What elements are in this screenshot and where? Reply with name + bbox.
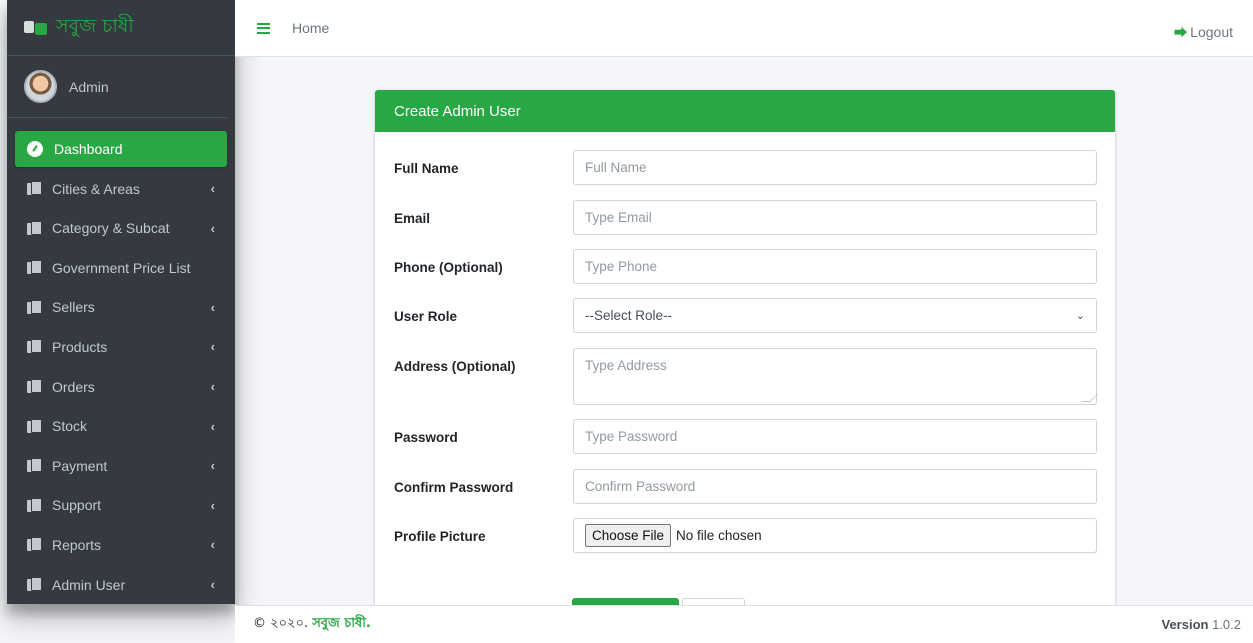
full-name-row: Full Name Full Name	[394, 150, 1097, 185]
copy-icon	[27, 299, 42, 315]
email-label: Email	[394, 211, 431, 226]
sidebar-item-reports[interactable]: Reports ‹	[15, 527, 227, 563]
version-label: Version	[1161, 617, 1209, 632]
chevron-left-icon: ‹	[210, 537, 215, 553]
chevron-left-icon: ‹	[210, 497, 215, 513]
card-title: Create Admin User	[375, 90, 1115, 132]
sidebar-item-label: Payment	[52, 457, 108, 474]
brand-logo-icon	[24, 19, 48, 37]
role-row: User Role --Select Role-- ⌄	[394, 298, 1097, 333]
sidebar-item-label: Products	[52, 338, 108, 355]
sidebar-item-support[interactable]: Support ‹	[15, 487, 227, 523]
chevron-left-icon: ‹	[210, 379, 215, 395]
copy-icon	[27, 220, 42, 236]
sidebar-item-category-subcat[interactable]: Category & Subcat ‹	[15, 210, 227, 246]
footer-brand-link[interactable]: সবুজ চাষী.	[312, 616, 371, 631]
copy-icon	[27, 458, 42, 473]
address-textarea[interactable]: Type Address	[573, 348, 1098, 405]
create-admin-card: Create Admin User Full Name Full Name Em…	[375, 90, 1115, 610]
sidebar-item-products[interactable]: Products ‹	[15, 329, 227, 365]
copy-icon	[27, 418, 42, 434]
chevron-left-icon: ‹	[210, 418, 215, 434]
sidebar-item-label: Orders	[52, 378, 95, 395]
chevron-left-icon: ‹	[210, 458, 215, 474]
sidebar-item-stock[interactable]: Stock ‹	[15, 408, 227, 444]
sidebar-item-label: Admin User	[52, 576, 126, 593]
brand-name: সবুজ চাষী	[56, 14, 134, 37]
copy-icon	[27, 181, 42, 196]
address-row: Address (Optional) Type Address	[394, 348, 1098, 405]
sidebar-item-label: Sellers	[52, 299, 95, 316]
phone-label: Phone (Optional)	[394, 260, 503, 275]
full-name-input[interactable]: Full Name	[573, 150, 1097, 185]
address-placeholder: Type Address	[585, 358, 667, 373]
copyright: © ২০২০. সবুজ চাষী.	[253, 614, 371, 635]
sidebar-item-label: Category & Subcat	[52, 220, 170, 237]
hamburger-menu-icon[interactable]	[257, 22, 270, 34]
copy-icon	[27, 537, 42, 552]
confirm-password-row: Confirm Password Confirm Password	[394, 469, 1097, 504]
user-name: Admin	[69, 78, 109, 95]
phone-input[interactable]: Type Phone	[573, 249, 1097, 284]
home-link[interactable]: Home	[292, 20, 329, 36]
copyright-prefix: © ২০২০.	[253, 616, 309, 631]
sidebar-item-admin-user[interactable]: Admin User ‹	[15, 567, 227, 603]
choose-file-button[interactable]: Choose File	[585, 524, 672, 547]
sign-out-icon: ⮕	[1174, 25, 1188, 40]
profile-picture-file-input[interactable]: Choose File No file chosen	[573, 518, 1097, 553]
copy-icon	[27, 497, 42, 513]
confirm-password-input[interactable]: Confirm Password	[573, 469, 1097, 504]
chevron-left-icon: ‹	[210, 299, 215, 315]
chevron-left-icon: ‹	[210, 181, 215, 197]
avatar	[24, 70, 57, 103]
sidebar-item-label: Support	[52, 497, 102, 514]
sidebar-item-sellers[interactable]: Sellers ‹	[15, 289, 227, 325]
role-label: User Role	[394, 309, 458, 324]
brand-link[interactable]: সবুজ চাষী	[7, 0, 235, 56]
address-label: Address (Optional)	[394, 359, 516, 374]
sidebar-item-orders[interactable]: Orders ‹	[15, 369, 227, 405]
copy-icon	[27, 339, 42, 354]
chevron-left-icon: ‹	[210, 577, 215, 593]
sidebar-item-label: Dashboard	[54, 141, 123, 157]
sidebar-nav: Dashboard Cities & Areas ‹ Category & Su…	[7, 118, 235, 603]
password-input[interactable]: Type Password	[573, 419, 1097, 454]
sidebar-item-label: Reports	[52, 536, 102, 553]
role-selected-value: --Select Role--	[585, 308, 673, 323]
password-row: Password Type Password	[394, 419, 1097, 454]
logout-label: Logout	[1190, 23, 1233, 40]
top-navbar: Home ⮕ Logout	[235, 0, 1253, 57]
version-info: Version 1.0.2	[1161, 617, 1241, 632]
profile-picture-label: Profile Picture	[394, 529, 486, 544]
footer: © ২০২০. সবুজ চাষী. Version 1.0.2	[235, 605, 1253, 643]
chevron-left-icon: ‹	[210, 220, 215, 236]
confirm-password-label: Confirm Password	[394, 480, 514, 495]
sidebar-item-cities-areas[interactable]: Cities & Areas ‹	[15, 171, 227, 207]
sidebar-item-dashboard[interactable]: Dashboard	[15, 131, 227, 167]
role-select[interactable]: --Select Role-- ⌄	[573, 298, 1097, 333]
chevron-down-icon: ⌄	[1075, 310, 1085, 322]
version-number: 1.0.2	[1212, 617, 1241, 632]
email-row: Email Type Email	[394, 200, 1097, 235]
sidebar-item-label: Cities & Areas	[52, 180, 140, 197]
password-label: Password	[394, 430, 458, 445]
user-panel[interactable]: Admin	[7, 56, 227, 118]
sidebar-item-payment[interactable]: Payment ‹	[15, 448, 227, 484]
logout-button[interactable]: ⮕ Logout	[1174, 22, 1233, 41]
sidebar: সবুজ চাষী Admin Dashboard Cities & Areas…	[7, 0, 235, 604]
copy-icon	[27, 577, 42, 592]
copy-icon	[27, 260, 42, 275]
dashboard-icon	[27, 141, 43, 157]
profile-picture-row: Profile Picture Choose File No file chos…	[394, 518, 1097, 553]
sidebar-item-government-price-list[interactable]: Government Price List	[15, 250, 227, 286]
sidebar-item-label: Government Price List	[52, 259, 191, 276]
resize-handle-icon[interactable]	[1082, 394, 1098, 402]
sidebar-item-label: Stock	[52, 418, 88, 435]
full-name-label: Full Name	[394, 161, 459, 176]
chevron-left-icon: ‹	[210, 339, 215, 355]
copy-icon	[27, 379, 42, 394]
email-input[interactable]: Type Email	[573, 200, 1097, 235]
phone-row: Phone (Optional) Type Phone	[394, 249, 1097, 284]
file-status: No file chosen	[676, 528, 762, 543]
